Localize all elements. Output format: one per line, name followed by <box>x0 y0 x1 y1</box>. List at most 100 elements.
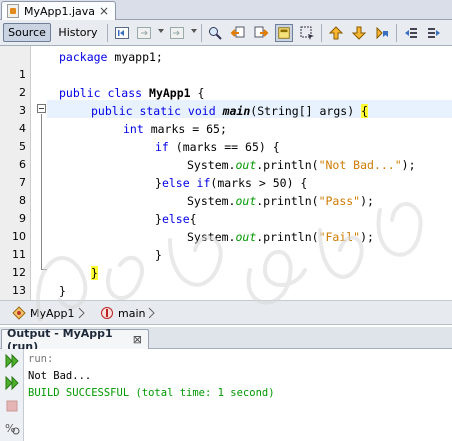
keyword: else <box>161 212 190 226</box>
code-text: System. <box>187 230 236 244</box>
file-tab-myapp1[interactable]: MyApp1.java × <box>1 1 116 20</box>
breadcrumb-method[interactable]: main <box>100 306 145 320</box>
shift-right-icon[interactable] <box>425 24 443 42</box>
code-line: 9 System.out.println("Pass"); <box>0 192 452 225</box>
string-literal: "Pass" <box>318 194 361 208</box>
chevron-right-icon <box>78 307 85 319</box>
code-line: 10 }else{ <box>0 210 452 243</box>
static-field: out <box>235 230 257 244</box>
output-console[interactable]: run: Not Bad... BUILD SUCCESSFUL (total … <box>24 349 452 441</box>
code-text: { <box>189 212 197 226</box>
toggle-bookmark-icon[interactable] <box>373 24 391 42</box>
code-text: marks = 65; <box>143 122 227 136</box>
stop-icon[interactable] <box>4 398 20 414</box>
go-icon[interactable] <box>135 24 153 42</box>
keyword: else if <box>161 176 211 190</box>
find-next-icon[interactable] <box>252 24 270 42</box>
string-literal: "Not Bad..." <box>318 158 402 172</box>
code-line: 8 }else if(marks > 50) { <box>0 174 452 207</box>
rect-select-icon[interactable] <box>298 24 316 42</box>
keyword: public static void <box>91 104 216 118</box>
console-line: BUILD SUCCESSFUL (total time: 1 second) <box>28 387 275 399</box>
toolbar-separator <box>396 24 397 42</box>
toolbar-separator <box>107 24 108 42</box>
history-button[interactable]: History <box>55 23 101 42</box>
matching-brace: { <box>361 104 368 118</box>
code-text: ); <box>360 230 374 244</box>
breadcrumb-class-label: MyApp1 <box>30 306 75 320</box>
string-literal: "Fail" <box>318 230 361 244</box>
code-text: } <box>155 176 162 190</box>
code-text: myapp1; <box>107 50 163 64</box>
code-line: 13 } <box>0 264 452 297</box>
dropdown-arrow-icon[interactable] <box>158 29 164 33</box>
keyword: package <box>59 50 108 64</box>
code-line: 5 int marks = 65; <box>0 120 452 153</box>
code-line: 6 if (marks == 65) { <box>0 138 452 171</box>
code-line: 11 System.out.println("Fail"); <box>0 228 452 261</box>
close-output-icon[interactable]: ⊠ <box>133 334 142 345</box>
toolbar-separator <box>201 24 202 42</box>
static-field: out <box>235 158 257 172</box>
breadcrumb-class[interactable]: MyApp1 <box>12 306 75 320</box>
code-text: (marks == 65) { <box>168 140 280 154</box>
code-line: 14 } <box>0 282 452 315</box>
keyword: public class <box>59 86 143 100</box>
java-file-icon <box>7 4 19 18</box>
code-line: 4 public static void main(String[] args)… <box>0 102 452 135</box>
rerun-with-params-icon[interactable] <box>4 375 20 391</box>
toggle-highlight-icon[interactable] <box>275 24 293 42</box>
prev-bookmark-icon[interactable] <box>327 24 345 42</box>
toolbar-separator <box>321 24 322 42</box>
breadcrumb: MyApp1 main <box>0 300 452 325</box>
code-text: } <box>59 284 66 298</box>
shift-left-icon[interactable] <box>402 24 420 42</box>
console-line: Not Bad... <box>28 370 92 382</box>
code-text: (marks > 50) { <box>210 176 308 190</box>
code-text: System. <box>187 194 236 208</box>
close-tab-icon[interactable]: × <box>99 5 109 17</box>
next-bookmark-icon[interactable] <box>350 24 368 42</box>
dropdown-arrow-icon[interactable] <box>191 29 197 33</box>
code-line: 1 package myapp1; <box>0 48 452 81</box>
code-text: ); <box>401 158 416 172</box>
code-text: } <box>155 248 162 262</box>
code-text: } <box>155 212 162 226</box>
code-line: 3 public class MyApp1 { <box>0 84 452 117</box>
code-line: 2 <box>0 66 452 99</box>
code-editor[interactable]: 1 package myapp1; 2 3 public class MyApp… <box>0 46 452 315</box>
code-text: .println( <box>256 230 319 244</box>
matching-brace: } <box>91 266 98 280</box>
code-line: 12 } <box>0 246 452 279</box>
class-icon <box>12 306 26 320</box>
find-prev-icon[interactable] <box>229 24 247 42</box>
output-tab[interactable]: Output - MyApp1 (run) ⊠ <box>1 327 149 353</box>
code-line: 7 System.out.println("Not Bad..."); <box>0 156 452 189</box>
editor-toolbar: Source History <box>0 20 452 46</box>
code-text: .println( <box>256 158 319 172</box>
keyword: if <box>155 140 169 154</box>
chevron-right-icon <box>148 307 155 319</box>
find-icon[interactable] <box>206 24 224 42</box>
code-text: .println( <box>256 194 319 208</box>
forward-icon[interactable] <box>168 24 186 42</box>
code-text: { <box>190 86 205 100</box>
class-name: MyApp1 <box>149 86 191 100</box>
settings-icon[interactable]: % <box>4 420 20 436</box>
console-line: run: <box>28 353 54 365</box>
method-name: main <box>222 104 251 118</box>
method-icon <box>100 306 114 320</box>
output-window-header: Output - MyApp1 (run) ⊠ <box>0 327 452 353</box>
file-tab-label: MyApp1.java <box>24 4 96 18</box>
back-icon[interactable] <box>113 24 131 42</box>
output-side-toolbar: % <box>0 349 24 441</box>
rerun-icon[interactable] <box>4 353 20 369</box>
static-field: out <box>235 194 257 208</box>
source-button[interactable]: Source <box>3 23 51 42</box>
code-text: System. <box>187 158 236 172</box>
editor-tab-bar: MyApp1.java × <box>0 0 452 20</box>
breadcrumb-method-label: main <box>118 306 146 320</box>
code-text: ); <box>360 194 374 208</box>
code-text: (String[] args) <box>250 104 362 118</box>
keyword: int <box>123 122 144 136</box>
